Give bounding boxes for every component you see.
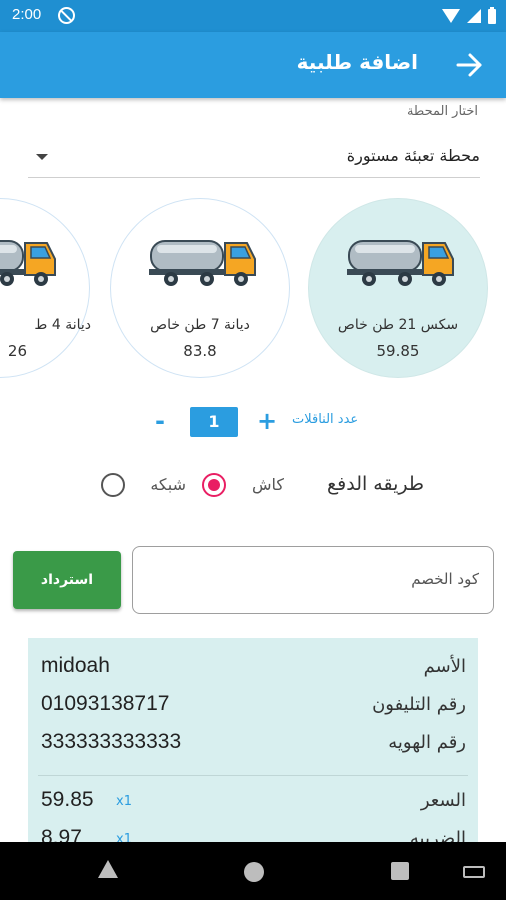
nav-recents-icon[interactable] (391, 862, 409, 880)
station-value: محطة تعبئة مستورة (346, 146, 480, 165)
divider (38, 775, 468, 776)
phone-value: 01093138717 (41, 692, 170, 715)
system-nav-bar (0, 842, 506, 900)
truck-options: سكس 21 طن خاص 59.85 ديانة 7 طن خاص 83.8 (0, 198, 506, 388)
back-arrow-icon[interactable] (454, 50, 484, 80)
payment-option-cash-label[interactable]: كاش (252, 475, 284, 494)
redeem-button[interactable]: استرداد (13, 551, 121, 609)
station-dropdown[interactable]: محطة تعبئة مستورة (28, 138, 480, 178)
discount-code-input[interactable]: كود الخصم (132, 546, 494, 614)
info-row-id: رقم الهويه 333333333333 (28, 728, 478, 762)
truck-icon (149, 240, 256, 286)
info-row-name: الأسم midoah (28, 652, 478, 686)
status-bar: 2:00 (0, 0, 506, 32)
increment-button[interactable]: + (256, 409, 278, 433)
price-value: 59.85 (41, 788, 94, 811)
nav-home-icon[interactable] (244, 862, 264, 882)
discount-code-placeholder: كود الخصم (411, 570, 479, 588)
payment-radio-cash[interactable] (202, 473, 226, 497)
data-saver-icon (58, 7, 75, 24)
page-title: اضافة طلبية (296, 50, 418, 74)
truck-icon (0, 240, 56, 286)
truck-count-value: 1 (190, 407, 238, 437)
payment-option-card-label[interactable]: شبكه (150, 475, 186, 494)
signal-icon (467, 9, 481, 23)
nav-back-icon[interactable] (98, 860, 118, 878)
price-qty: x1 (116, 794, 132, 809)
name-label: الأسم (423, 656, 466, 677)
truck-icon (347, 240, 454, 286)
price-label: السعر (420, 790, 466, 811)
keyboard-icon[interactable] (463, 866, 485, 878)
truck-price: 26 (7, 342, 27, 360)
truck-name: ديانة 7 طن خاص (150, 317, 250, 333)
payment-method: طريقه الدفع كاش شبكه (0, 470, 506, 502)
truck-name: سكس 21 طن خاص (337, 317, 459, 333)
id-label: رقم الهويه (388, 732, 466, 753)
truck-option-1[interactable]: سكس 21 طن خاص 59.85 (308, 198, 488, 378)
id-value: 333333333333 (41, 730, 182, 753)
truck-option-2[interactable]: ديانة 7 طن خاص 83.8 (110, 198, 290, 378)
battery-icon (488, 6, 496, 24)
info-row-price: السعر 59.85 x1 (28, 786, 478, 820)
truck-price: 59.85 (376, 342, 420, 360)
decrement-button[interactable]: - (150, 408, 170, 434)
truck-count-label: عدد الناقلات (292, 412, 359, 427)
info-row-phone: رقم التليفون 01093138717 (28, 690, 478, 724)
chevron-down-icon (36, 154, 48, 160)
payment-radio-card[interactable] (101, 473, 125, 497)
phone-label: رقم التليفون (372, 694, 466, 715)
app-bar: اضافة طلبية (0, 32, 506, 98)
truck-name: ديانة 4 ط (34, 317, 91, 333)
station-label: اختار المحطة (406, 104, 478, 119)
truck-price: 83.8 (183, 342, 217, 360)
order-summary: الأسم midoah رقم التليفون 01093138717 رق… (28, 638, 478, 858)
payment-label: طريقه الدفع (327, 473, 424, 495)
truck-option-3[interactable]: ديانة 4 ط 26 (0, 198, 91, 378)
name-value: midoah (41, 654, 110, 677)
status-time: 2:00 (12, 6, 42, 23)
status-icons (442, 6, 496, 26)
wifi-icon (442, 9, 460, 23)
